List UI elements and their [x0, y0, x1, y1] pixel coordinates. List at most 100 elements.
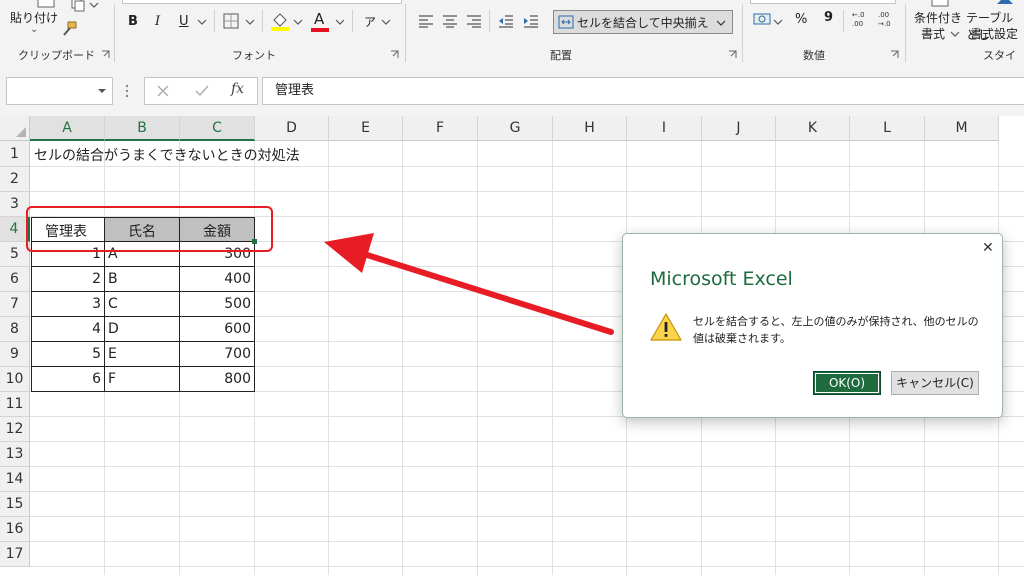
row-header[interactable]: 9: [0, 342, 30, 367]
column-header[interactable]: D: [255, 116, 329, 141]
table-cell[interactable]: 6: [31, 371, 101, 387]
row-header[interactable]: 1: [0, 141, 30, 167]
table-cell[interactable]: B: [108, 271, 178, 287]
table-cell[interactable]: 700: [180, 346, 251, 362]
merge-cells-icon: [558, 15, 574, 29]
formula-input[interactable]: 管理表: [262, 77, 1024, 105]
font-color-button[interactable]: A: [314, 10, 324, 28]
align-left-icon[interactable]: [418, 14, 434, 28]
copy-dropdown-icon[interactable]: [88, 0, 100, 10]
column-header[interactable]: G: [478, 116, 553, 141]
row-header[interactable]: 7: [0, 292, 30, 317]
table-cell[interactable]: D: [108, 321, 178, 337]
column-header[interactable]: K: [776, 116, 850, 141]
alignment-launcher-icon[interactable]: [728, 50, 738, 60]
formula-bar-grip-icon[interactable]: [124, 84, 130, 98]
column-header[interactable]: L: [850, 116, 925, 141]
column-header[interactable]: J: [702, 116, 776, 141]
percent-style-button[interactable]: %: [795, 12, 807, 27]
clipboard-launcher-icon[interactable]: [101, 50, 111, 60]
table-cell[interactable]: 5: [31, 346, 101, 362]
font-launcher-icon[interactable]: [390, 50, 400, 60]
sheet-title-cell[interactable]: セルの結合がうまくできないときの対処法: [34, 145, 300, 165]
column-header[interactable]: B: [105, 116, 180, 141]
name-box[interactable]: [6, 77, 113, 105]
table-cell[interactable]: 600: [180, 321, 251, 337]
increase-decimal-button[interactable]: ←.0 .00: [852, 11, 870, 29]
table-cell[interactable]: 2: [31, 271, 101, 287]
borders-dropdown-icon[interactable]: [245, 18, 255, 26]
table-cell[interactable]: 400: [180, 271, 251, 287]
underline-dropdown-icon[interactable]: [197, 18, 207, 26]
paste-icon[interactable]: [36, 0, 58, 8]
row-header[interactable]: 16: [0, 517, 30, 542]
name-box-dropdown-icon[interactable]: [97, 88, 107, 96]
underline-button[interactable]: U: [179, 14, 189, 29]
borders-icon[interactable]: [223, 13, 239, 29]
number-format-combo[interactable]: [750, 0, 896, 4]
column-header[interactable]: E: [329, 116, 403, 141]
fill-color-icon[interactable]: [270, 10, 290, 32]
column-header[interactable]: A: [30, 116, 105, 141]
copy-icon[interactable]: [70, 0, 86, 12]
bold-button[interactable]: B: [128, 14, 138, 29]
conditional-formatting-label[interactable]: 条件付き: [914, 9, 962, 26]
row-header[interactable]: 10: [0, 367, 30, 392]
font-color-dropdown-icon[interactable]: [335, 18, 345, 26]
comma-style-button[interactable]: 9: [824, 10, 833, 25]
row-header[interactable]: 8: [0, 317, 30, 342]
accounting-dropdown-icon[interactable]: [773, 18, 783, 26]
format-as-table-icon: [997, 0, 1013, 4]
table-cell[interactable]: 4: [31, 321, 101, 337]
merge-dropdown-icon[interactable]: [716, 19, 726, 27]
row-header[interactable]: 14: [0, 467, 30, 492]
column-header[interactable]: M: [925, 116, 999, 141]
number-launcher-icon[interactable]: [890, 50, 900, 60]
row-header[interactable]: 6: [0, 267, 30, 292]
phonetic-dropdown-icon[interactable]: [381, 18, 391, 26]
gridline: [30, 466, 1024, 467]
paste-dropdown-icon[interactable]: ⌄: [30, 24, 38, 35]
table-cell[interactable]: E: [108, 346, 178, 362]
clipboard-group-label: クリップボード: [18, 49, 95, 62]
select-all-icon: [16, 127, 26, 137]
ok-button[interactable]: OK(O): [813, 371, 881, 395]
dialog-title: Microsoft Excel: [650, 268, 793, 290]
decrease-indent-icon[interactable]: [498, 14, 514, 28]
close-icon[interactable]: ✕: [982, 240, 994, 256]
accounting-format-icon[interactable]: [753, 12, 771, 28]
cancel-button[interactable]: キャンセル(C): [891, 371, 979, 395]
row-header[interactable]: 12: [0, 417, 30, 442]
italic-button[interactable]: I: [155, 14, 160, 29]
row-header[interactable]: 17: [0, 542, 30, 567]
table-cell[interactable]: C: [108, 296, 178, 312]
align-center-icon[interactable]: [442, 14, 458, 28]
cancel-entry-icon[interactable]: [157, 85, 169, 97]
row-header[interactable]: 15: [0, 492, 30, 517]
phonetic-guide-button[interactable]: ア: [364, 13, 376, 30]
row-header[interactable]: 13: [0, 442, 30, 467]
table-cell[interactable]: 3: [31, 296, 101, 312]
row-header[interactable]: 11: [0, 392, 30, 417]
column-header[interactable]: H: [553, 116, 627, 141]
decrease-decimal-button[interactable]: .00 →.0: [878, 11, 896, 29]
column-header[interactable]: C: [180, 116, 255, 141]
increase-indent-icon[interactable]: [523, 14, 539, 28]
format-painter-icon[interactable]: [60, 20, 78, 38]
conditional-formatting-label-2[interactable]: 書式: [921, 25, 945, 42]
table-cell[interactable]: 800: [180, 371, 251, 387]
fill-color-dropdown-icon[interactable]: [293, 18, 303, 26]
select-all-corner[interactable]: [0, 116, 30, 141]
confirm-entry-icon[interactable]: [195, 85, 209, 97]
conditional-dropdown-icon[interactable]: [950, 30, 960, 38]
insert-function-icon[interactable]: fx: [231, 81, 244, 97]
align-right-icon[interactable]: [466, 14, 482, 28]
table-cell[interactable]: F: [108, 371, 178, 387]
table-cell[interactable]: 500: [180, 296, 251, 312]
row-header[interactable]: 2: [0, 167, 30, 192]
column-header[interactable]: F: [403, 116, 478, 141]
column-header[interactable]: I: [627, 116, 702, 141]
format-as-table-label-2[interactable]: 書式設定: [970, 25, 1018, 42]
merge-and-center-button[interactable]: セルを結合して中央揃え: [553, 10, 733, 34]
font-name-combo[interactable]: [122, 0, 402, 4]
